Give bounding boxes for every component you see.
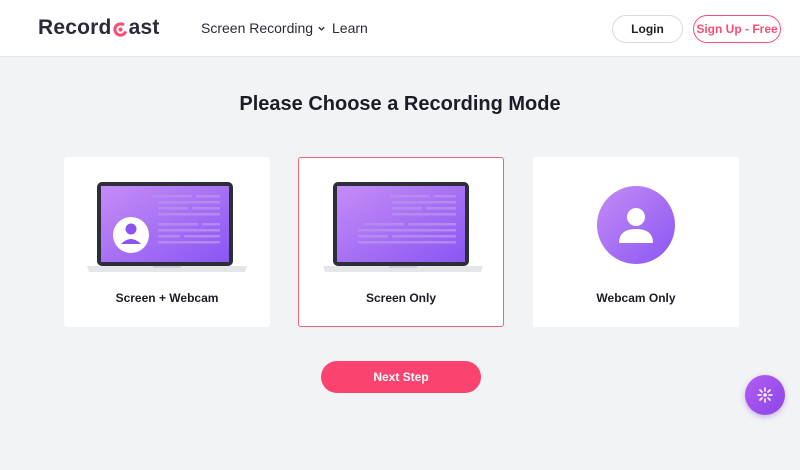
logo-text-prefix: Record bbox=[38, 16, 112, 39]
brand-logo[interactable]: Record ast bbox=[38, 16, 160, 40]
record-c-icon bbox=[112, 21, 128, 37]
nav-screen-recording-label: Screen Recording bbox=[201, 20, 314, 36]
chevron-down-icon bbox=[318, 26, 325, 31]
nav-learn[interactable]: Learn bbox=[332, 20, 368, 36]
option-label: Webcam Only bbox=[596, 291, 676, 305]
page-title: Please Choose a Recording Mode bbox=[239, 93, 561, 115]
floating-assistant-button[interactable] bbox=[745, 375, 785, 415]
nav-screen-recording[interactable]: Screen Recording bbox=[201, 20, 326, 36]
option-webcam-only[interactable]: Webcam Only bbox=[533, 157, 739, 327]
user-avatar-icon bbox=[597, 186, 675, 264]
option-screen-webcam[interactable]: Screen + Webcam bbox=[64, 157, 270, 327]
laptop-with-avatar-icon bbox=[87, 182, 247, 272]
option-label: Screen + Webcam bbox=[115, 291, 219, 305]
top-navbar: Record ast Screen Recording Learn Login … bbox=[0, 0, 800, 57]
logo-text-suffix: ast bbox=[128, 16, 160, 39]
login-button[interactable]: Login bbox=[612, 15, 683, 43]
option-label: Screen Only bbox=[365, 291, 437, 305]
sparkle-icon bbox=[757, 387, 773, 403]
signup-button[interactable]: Sign Up - Free bbox=[693, 15, 781, 43]
option-screen-only[interactable]: Screen Only bbox=[298, 157, 504, 327]
next-step-button[interactable]: Next Step bbox=[321, 361, 481, 393]
laptop-icon bbox=[323, 182, 483, 272]
